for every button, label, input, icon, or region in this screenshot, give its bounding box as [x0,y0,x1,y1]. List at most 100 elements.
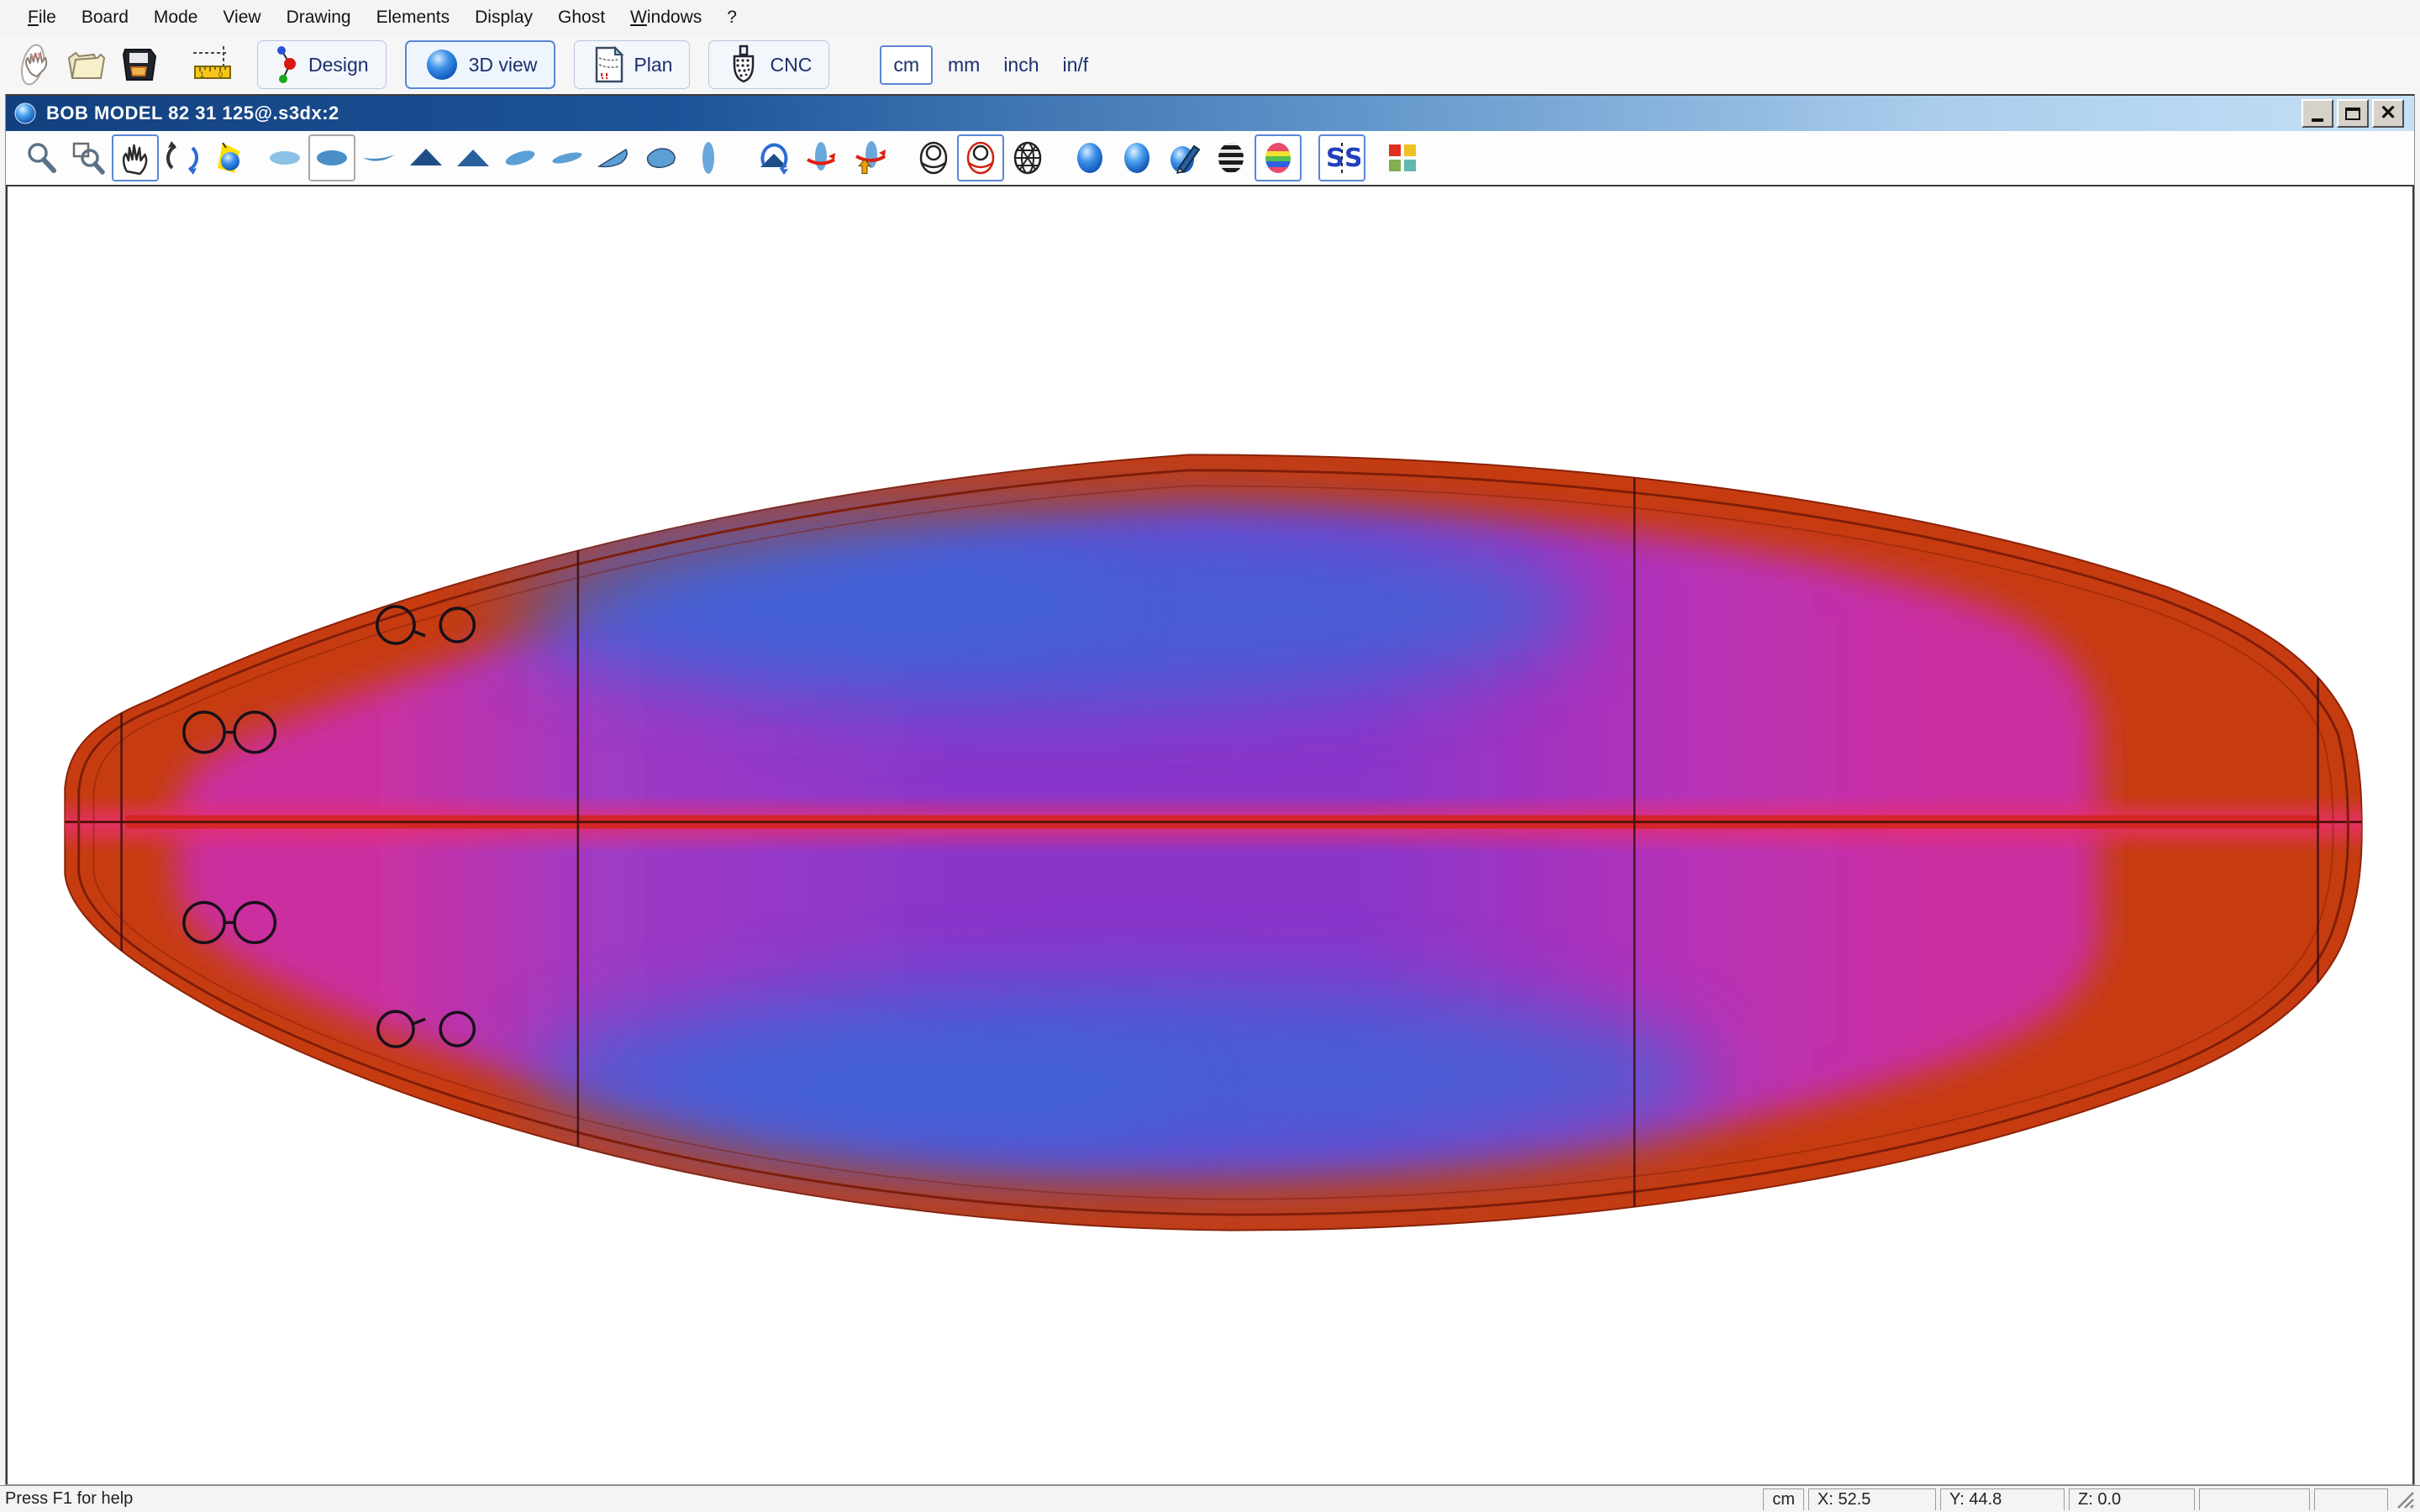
save-floppy-icon [122,49,157,81]
render-shaded-button[interactable] [1066,134,1113,181]
flip-view-icon [855,141,886,175]
rotate-view-button[interactable] [750,134,797,181]
minimize-button[interactable] [2302,99,2333,128]
view-quarter-icon [597,148,628,168]
view-front-icon [410,149,442,165]
view-rocker-button[interactable] [355,134,402,181]
rotate-3d-icon [166,141,198,175]
render-painted-button[interactable] [1160,134,1207,181]
window-buttons: ✕ [2302,99,2407,128]
blue-zone-bottom-core [666,1042,1172,1159]
view-outline-icon [317,150,347,165]
rotate-3d-button[interactable] [159,134,206,181]
unit-cm[interactable]: cm [880,45,933,85]
color-settings-icon [1389,144,1416,171]
view-side-icon [702,142,714,174]
shape3d-app: File Board Mode View Drawing Elements Di… [0,0,2420,1512]
zoom-window-button[interactable] [65,134,112,181]
svg-text:1: 1 [200,71,204,79]
menu-ghost[interactable]: Ghost [545,4,618,31]
render-wireframe-red-icon [966,141,995,175]
menu-board[interactable]: Board [69,4,141,31]
view-three-quarter-button[interactable] [638,134,685,181]
plan-button[interactable]: Plan [574,40,691,89]
save-button[interactable] [113,39,165,90]
view-front-button[interactable] [402,134,450,181]
render-wireframe-button[interactable] [910,134,957,181]
view-perspective-button[interactable] [497,134,544,181]
close-button[interactable]: ✕ [2372,99,2404,128]
board-3d-view [64,454,2363,1231]
unit-mm[interactable]: mm [939,47,988,83]
close-icon: ✕ [2379,102,2397,124]
view-back-button[interactable] [450,134,497,181]
menu-help[interactable]: ? [714,4,750,31]
cnc-icon [734,45,755,83]
view-side-button[interactable] [685,134,732,181]
render-curvature-button[interactable] [1255,134,1302,181]
view-3d-label: 3D view [468,53,538,76]
new-board-icon [20,44,48,86]
view-perspective-flat-button[interactable] [544,134,591,181]
zoom-icon [28,143,56,173]
plan-icon [596,45,624,83]
sphere-3d-icon [426,50,457,80]
blue-zone-top-core [597,526,1105,652]
svg-text:S: S [1344,144,1360,173]
render-zebra-icon [1218,143,1244,173]
render-curvature-icon [1265,143,1291,173]
view-perspective-flat-icon [552,152,582,164]
view-top-button[interactable] [261,134,308,181]
view-3d-button[interactable]: 3D view [404,40,556,89]
zoom-button[interactable] [18,134,65,181]
maximize-button[interactable] [2337,99,2369,128]
new-board-button[interactable] [8,39,60,90]
flip-view-button[interactable] [844,134,892,181]
view-outline-button[interactable] [308,134,355,181]
render-smooth-button[interactable] [1113,134,1160,181]
spin-view-button[interactable] [797,134,844,181]
color-settings-button[interactable] [1379,134,1426,181]
minimize-icon [2312,118,2323,122]
view-back-icon [457,150,489,166]
lighting-icon [218,142,239,173]
cnc-label: CNC [770,53,813,76]
render-wireframe-icon [919,141,948,175]
menu-display[interactable]: Display [462,4,545,31]
menu-drawing[interactable]: Drawing [274,4,364,31]
design-button[interactable]: Design [257,40,387,89]
open-button[interactable] [60,39,113,90]
design-label: Design [308,53,369,76]
measurements-button[interactable]: 1 0 [187,39,239,90]
lighting-button[interactable] [206,134,253,181]
document-window: BOB MODEL 82 31 125@.s3dx:2 ✕ S S [5,94,2415,1485]
measurements-ruler-icon: 1 0 [193,46,231,79]
render-zebra-button[interactable] [1207,134,1255,181]
unit-inf[interactable]: in/f [1055,47,1097,83]
view-top-icon [270,151,300,165]
symmetry-check-button[interactable]: S S [1318,134,1365,181]
status-help-text: Press F1 for help [5,1489,134,1508]
view-quarter-button[interactable] [591,134,638,181]
menu-view[interactable]: View [210,4,273,31]
pan-button[interactable] [112,134,159,181]
status-x: X: 52.5 [1808,1488,1936,1510]
render-wireframe-red-button[interactable] [957,134,1004,181]
menu-elements[interactable]: Elements [364,4,463,31]
unit-inch[interactable]: inch [995,47,1047,83]
resize-grip[interactable] [2395,1489,2415,1509]
document-icon [14,102,36,124]
status-y: Y: 44.8 [1940,1488,2065,1510]
pan-hand-icon [122,144,148,176]
document-title-bar[interactable]: BOB MODEL 82 31 125@.s3dx:2 ✕ [6,96,2414,131]
menu-mode[interactable]: Mode [141,4,211,31]
menu-windows[interactable]: Windows [618,4,714,31]
menu-file[interactable]: File [15,4,69,31]
design-canvas[interactable] [6,185,2414,1484]
zoom-window-icon [72,142,105,175]
status-unit: cm [1763,1488,1804,1510]
render-mesh-button[interactable] [1004,134,1051,181]
cnc-button[interactable]: CNC [708,40,830,89]
unit-selector: cm mm inch in/f [880,45,1097,85]
open-folder-icon [67,51,106,79]
